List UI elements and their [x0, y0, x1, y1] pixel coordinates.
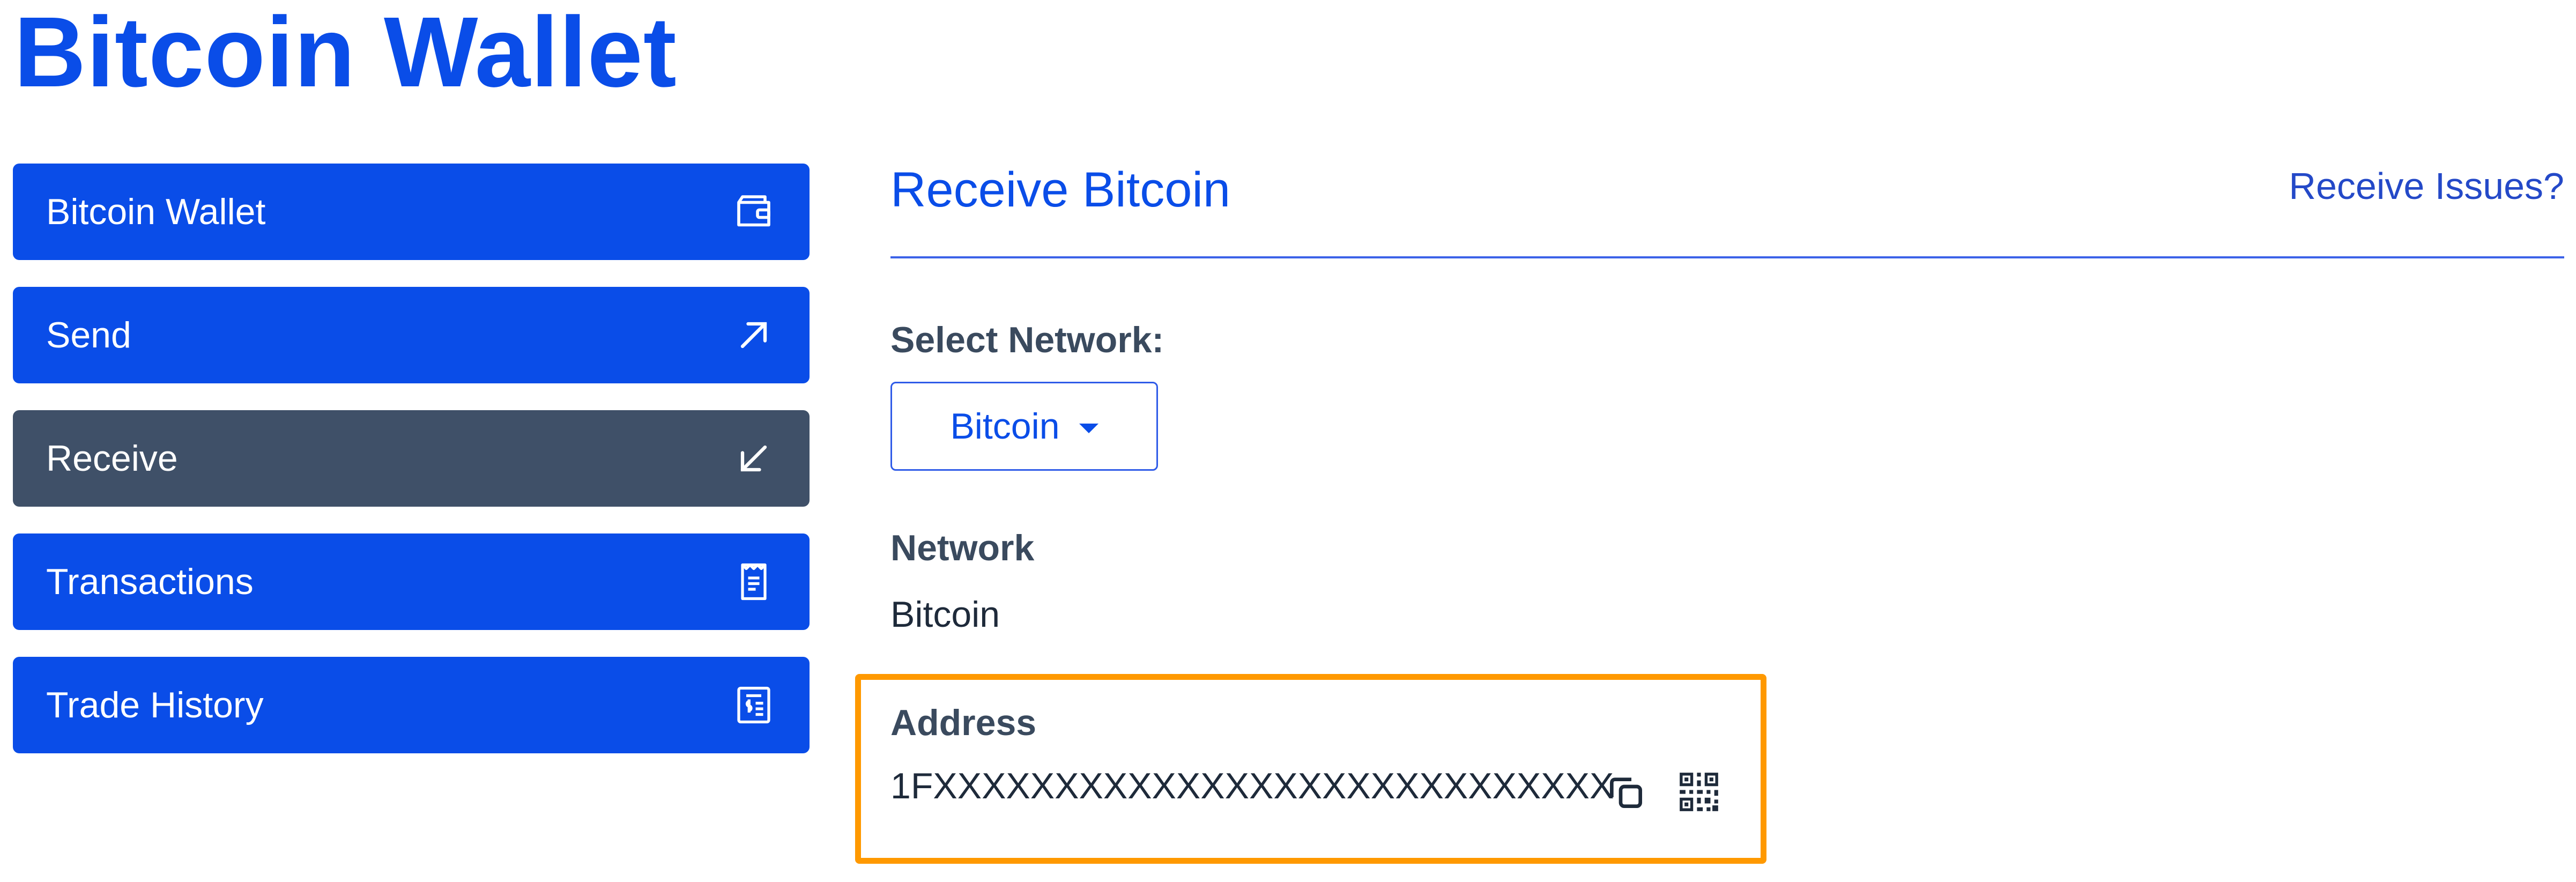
network-select-value: Bitcoin [950, 406, 1060, 447]
receive-issues-link[interactable]: Receive Issues? [2289, 167, 2564, 205]
network-label: Network [890, 528, 1035, 568]
sidebar-item-label: Transactions [46, 561, 254, 602]
caret-down-icon [1079, 424, 1098, 433]
sidebar-item-label: Bitcoin Wallet [46, 191, 266, 232]
app-title: Bitcoin Wallet [14, 0, 677, 108]
address-value: 1FXXXXXXXXXXXXXXXXXXXXXXXXXXXX [890, 766, 1614, 806]
wallet-icon [731, 189, 776, 234]
address-label: Address [890, 702, 1037, 743]
select-network-label: Select Network: [890, 320, 1164, 360]
receipt-icon [731, 559, 776, 604]
sidebar-item-label: Receive [46, 438, 178, 479]
copy-icon[interactable] [1602, 768, 1650, 816]
sidebar-item-receive[interactable]: Receive [13, 410, 810, 507]
qr-code-icon[interactable] [1675, 768, 1723, 816]
sidebar-item-bitcoin-wallet[interactable]: Bitcoin Wallet [13, 164, 810, 260]
network-select[interactable]: Bitcoin [890, 382, 1158, 471]
sidebar-item-label: Trade History [46, 685, 264, 725]
page-title: Receive Bitcoin [890, 162, 1231, 217]
arrow-up-right-icon [731, 313, 776, 358]
sidebar-item-transactions[interactable]: Transactions [13, 533, 810, 630]
divider [890, 256, 2564, 258]
sidebar-item-trade-history[interactable]: Trade History [13, 657, 810, 753]
sidebar-item-send[interactable]: Send [13, 287, 810, 383]
arrow-down-left-icon [731, 436, 776, 481]
sidebar-item-label: Send [46, 315, 131, 355]
ledger-icon [731, 683, 776, 728]
network-value: Bitcoin [890, 594, 1000, 635]
